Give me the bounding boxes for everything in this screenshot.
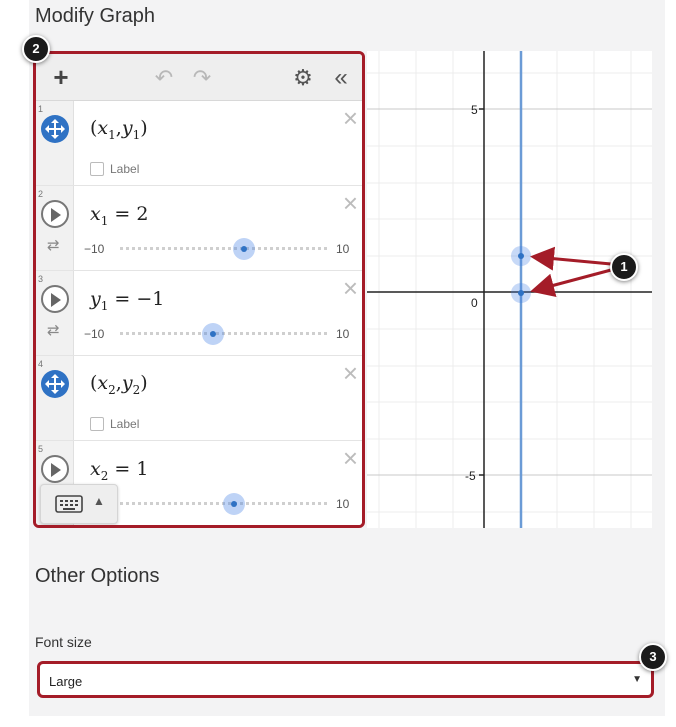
slider-max: 10 — [336, 497, 350, 511]
move-point-icon[interactable] — [41, 115, 69, 143]
keyboard-toggle-button[interactable]: ▲ — [40, 484, 118, 524]
other-options-heading: Other Options — [35, 565, 160, 587]
label-text: Label — [110, 417, 140, 431]
label-text: Label — [110, 162, 140, 176]
slider-expression[interactable]: x1 = 2 — [90, 203, 148, 228]
delete-icon[interactable]: × — [343, 360, 358, 386]
expression-gutter: 4 — [36, 356, 74, 440]
expression-gutter: 3 ⇄ — [36, 271, 74, 355]
delete-icon[interactable]: × — [343, 275, 358, 301]
gear-icon[interactable]: ⚙ — [290, 54, 316, 101]
caret-down-icon: ▼ — [632, 674, 642, 685]
point-marker — [518, 253, 524, 259]
graph-canvas[interactable]: 5 0 -5 — [367, 51, 652, 528]
loop-icon[interactable]: ⇄ — [47, 321, 60, 339]
y-tick-label: 5 — [471, 103, 478, 117]
double-chevron-left-icon[interactable]: « — [328, 54, 354, 101]
slider-track[interactable] — [120, 247, 327, 250]
expression-row[interactable]: 4 (x2,y2) × Label — [36, 356, 362, 441]
expression-row[interactable]: 1 (x1,y1) × Label — [36, 101, 362, 186]
row-number: 2 — [38, 189, 44, 199]
expression-gutter: 2 ⇄ — [36, 186, 74, 270]
slider-handle[interactable] — [202, 323, 225, 345]
play-icon[interactable] — [41, 200, 69, 228]
play-icon[interactable] — [41, 285, 69, 313]
callout-badge: 3 — [639, 643, 667, 671]
slider-expression[interactable]: x2 = 1 — [90, 458, 148, 483]
delete-icon[interactable]: × — [343, 445, 358, 471]
slider-max: 10 — [336, 327, 350, 341]
undo-icon[interactable]: ↶ — [150, 54, 178, 101]
expression-list-panel: + ↶ ↷ ⚙ « 1 (x1,y1) × Label 2 ⇄ x1 = 2 ×… — [33, 51, 365, 528]
slider-expression[interactable]: y1 = −1 — [90, 288, 164, 313]
row-number: 5 — [38, 444, 44, 454]
plus-icon[interactable]: + — [48, 54, 74, 101]
slider-handle[interactable] — [222, 493, 245, 515]
callout-badge: 2 — [22, 35, 50, 63]
caret-up-icon: ▲ — [93, 494, 105, 508]
loop-icon[interactable]: ⇄ — [47, 236, 60, 254]
label-checkbox[interactable] — [90, 417, 104, 431]
page-title: Modify Graph — [35, 5, 156, 27]
expression-toolbar: + ↶ ↷ ⚙ « — [36, 54, 362, 101]
row-number: 3 — [38, 274, 44, 284]
expression-row[interactable]: 3 ⇄ y1 = −1 × −10 10 — [36, 271, 362, 356]
move-point-icon[interactable] — [41, 370, 69, 398]
slider-handle[interactable] — [233, 238, 256, 260]
keyboard-icon — [55, 495, 83, 513]
play-icon[interactable] — [41, 455, 69, 483]
slider-min: −10 — [84, 242, 105, 256]
graph-grid: 5 0 -5 — [367, 51, 652, 528]
y-tick-label: -5 — [465, 469, 476, 483]
slider-max: 10 — [336, 242, 350, 256]
slider-min: −10 — [84, 327, 105, 341]
origin-tick-label: 0 — [471, 296, 478, 310]
callout-badge: 1 — [610, 253, 638, 281]
point-marker — [518, 290, 524, 296]
font-size-select[interactable]: Large ▼ — [37, 661, 654, 698]
expression-row[interactable]: 2 ⇄ x1 = 2 × −10 10 — [36, 186, 362, 271]
font-size-label: Font size — [35, 634, 92, 650]
redo-icon[interactable]: ↷ — [188, 54, 216, 101]
row-number: 1 — [38, 104, 44, 114]
label-checkbox[interactable] — [90, 162, 104, 176]
delete-icon[interactable]: × — [343, 105, 358, 131]
point-expression[interactable]: (x1,y1) — [90, 117, 148, 142]
font-size-value: Large — [49, 674, 83, 689]
expression-gutter: 1 — [36, 101, 74, 185]
point-expression[interactable]: (x2,y2) — [90, 372, 148, 397]
row-number: 4 — [38, 359, 44, 369]
delete-icon[interactable]: × — [343, 190, 358, 216]
